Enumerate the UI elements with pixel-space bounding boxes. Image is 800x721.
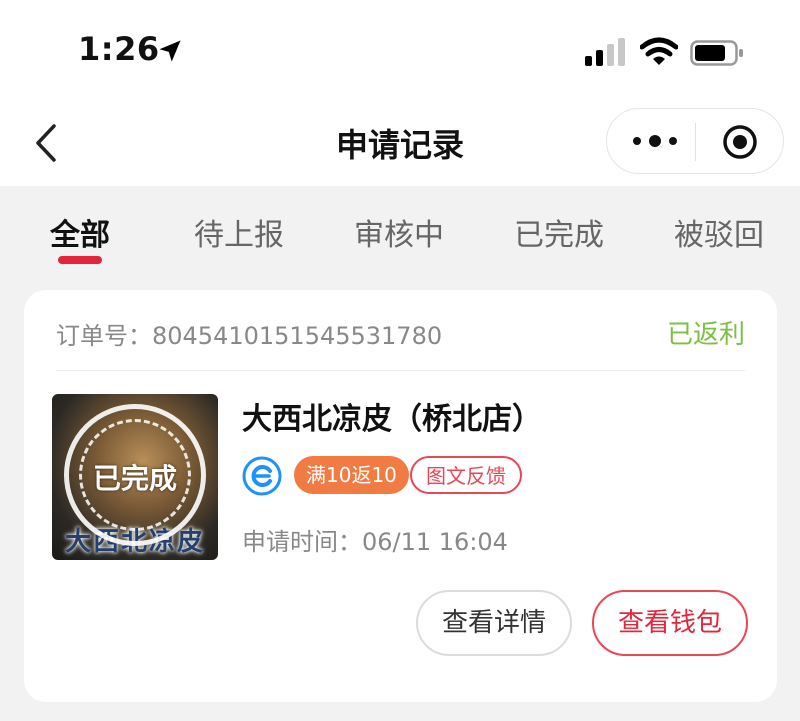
header-area: 1:26 申请记录 [0, 0, 800, 186]
signal-icon [585, 38, 625, 66]
tab-reviewing[interactable]: 审核中 [354, 210, 444, 254]
shop-thumbnail: 大西北凉皮 已完成 [52, 394, 218, 560]
apply-time: 申请时间：06/11 16:04 [242, 528, 508, 556]
eleme-icon [242, 456, 282, 496]
shop-name: 大西北凉皮（桥北店） [242, 402, 542, 437]
stamp-text: 已完成 [92, 462, 177, 495]
more-dots-icon[interactable] [629, 129, 681, 153]
card-divider [56, 370, 745, 371]
status-time: 1:26 [78, 30, 160, 68]
tab-all[interactable]: 全部 [50, 210, 110, 254]
status-badge: 已返利 [666, 320, 745, 350]
tab-pending-report[interactable]: 待上报 [194, 210, 284, 254]
view-wallet-button[interactable]: 查看钱包 [592, 590, 748, 656]
promo-badge: 满10返10 [294, 456, 409, 494]
capsule-divider [695, 123, 696, 161]
order-number: 订单号：8045410151545531780 [56, 322, 443, 350]
target-circle-icon[interactable] [721, 123, 759, 161]
active-tab-indicator [58, 256, 102, 264]
location-arrow-icon [159, 40, 181, 62]
tab-rejected[interactable]: 被驳回 [674, 210, 764, 254]
tab-completed[interactable]: 已完成 [514, 210, 604, 254]
completed-stamp: 已完成 [64, 404, 206, 546]
feedback-badge: 图文反馈 [410, 456, 522, 494]
wifi-icon [640, 37, 678, 65]
status-tabs: 全部 待上报 审核中 已完成 被驳回 [0, 186, 800, 276]
view-details-button[interactable]: 查看详情 [416, 590, 572, 656]
order-card: 订单号：8045410151545531780 已返利 大西北凉皮 已完成 大西… [24, 290, 777, 702]
miniprogram-capsule [606, 108, 784, 174]
battery-icon [690, 40, 743, 66]
